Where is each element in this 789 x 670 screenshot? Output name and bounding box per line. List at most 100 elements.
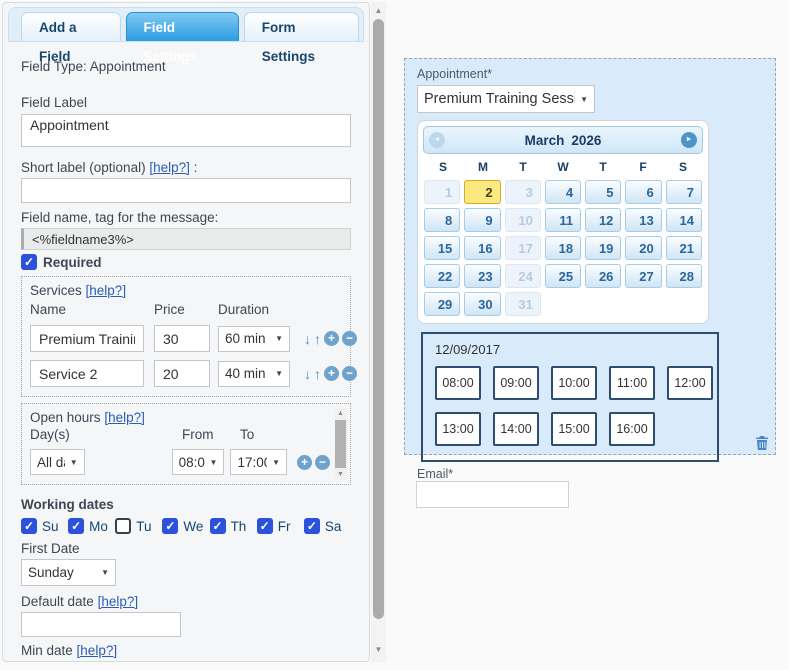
remove-hours-icon[interactable]: −	[315, 454, 330, 470]
time-slot-button[interactable]: 08:00	[435, 366, 481, 400]
field-label-input[interactable]	[21, 114, 351, 147]
prev-month-icon[interactable]: ◄	[429, 132, 445, 148]
calendar-day-26[interactable]: 26	[585, 264, 622, 288]
required-checkbox[interactable]: ✓	[21, 254, 37, 270]
move-up-icon[interactable]: ↑	[314, 366, 321, 382]
calendar-day-7[interactable]: 7	[665, 180, 702, 204]
min-date-input[interactable]	[21, 661, 181, 662]
service-select[interactable]: Premium Training Session ▼	[417, 85, 595, 113]
add-hours-icon[interactable]: +	[297, 454, 312, 470]
checkbox-we[interactable]: ✓	[162, 518, 179, 534]
scrollbar-thumb[interactable]	[335, 420, 346, 468]
scroll-down-icon[interactable]: ▼	[371, 645, 386, 654]
field-name-tag[interactable]: <%fieldname3%>	[21, 228, 351, 250]
open-hours-help-link[interactable]: [help?]	[104, 410, 145, 425]
calendar-day-19[interactable]: 19	[585, 236, 622, 260]
open-hours-header: Day(s) From To	[30, 427, 330, 442]
calendar-day-29[interactable]: 29	[424, 292, 461, 316]
checkbox-mo[interactable]: ✓	[68, 518, 85, 534]
checkbox-tu[interactable]	[115, 518, 132, 534]
checkbox-th[interactable]: ✓	[209, 518, 226, 534]
calendar-day-28[interactable]: 28	[665, 264, 702, 288]
from-time-value: 08:00	[178, 454, 205, 470]
scroll-up-icon[interactable]: ▲	[371, 6, 386, 15]
first-date-select[interactable]: Sunday ▼	[21, 559, 116, 586]
calendar-day-14[interactable]: 14	[665, 208, 702, 232]
to-time-select[interactable]: 17:00 ▼	[230, 449, 287, 475]
time-slot-button[interactable]: 14:00	[493, 412, 539, 446]
delete-field-icon[interactable]	[754, 435, 770, 451]
default-date-input[interactable]	[21, 612, 181, 637]
service-duration-select[interactable]: 40 min ▼	[218, 360, 290, 387]
weekday-label: T	[519, 160, 527, 174]
appointment-field-preview[interactable]: Appointment* Premium Training Session ▼ …	[404, 58, 776, 462]
scrollbar-thumb[interactable]	[373, 19, 384, 619]
time-slot-button[interactable]: 13:00	[435, 412, 481, 446]
move-down-icon[interactable]: ↓	[304, 366, 311, 382]
time-slot-button[interactable]: 10:00	[551, 366, 597, 400]
move-up-icon[interactable]: ↑	[314, 331, 321, 347]
time-slot-button[interactable]: 15:00	[551, 412, 597, 446]
time-slot-button[interactable]: 09:00	[493, 366, 539, 400]
calendar-day-20[interactable]: 20	[625, 236, 662, 260]
calendar-day-6[interactable]: 6	[625, 180, 662, 204]
days-select-value: All days	[37, 454, 65, 470]
service-price-input[interactable]	[154, 325, 210, 352]
calendar-day-15[interactable]: 15	[424, 236, 461, 260]
email-input[interactable]	[416, 481, 569, 508]
calendar-day-18[interactable]: 18	[544, 236, 582, 260]
calendar-day-21[interactable]: 21	[665, 236, 702, 260]
calendar-day-30[interactable]: 30	[464, 292, 501, 316]
calendar-day-27[interactable]: 27	[625, 264, 662, 288]
calendar-day-9[interactable]: 9	[464, 208, 501, 232]
scroll-down-icon[interactable]: ▼	[334, 471, 347, 478]
calendar-header: ◄ March 2026 ►	[423, 126, 703, 154]
calendar-day-25[interactable]: 25	[544, 264, 582, 288]
calendar-day-5[interactable]: 5	[585, 180, 622, 204]
working-day-we: ✓ We	[162, 518, 209, 534]
calendar-day-4[interactable]: 4	[544, 180, 582, 204]
calendar-day-13[interactable]: 13	[625, 208, 662, 232]
calendar-day-8[interactable]: 8	[424, 208, 461, 232]
default-date-help-link[interactable]: [help?]	[98, 594, 139, 609]
tab-add-a-field[interactable]: Add a Field	[21, 12, 121, 64]
scroll-up-icon[interactable]: ▲	[334, 410, 347, 417]
add-service-icon[interactable]: +	[324, 331, 339, 346]
time-slot-button[interactable]: 12:00	[667, 366, 713, 400]
calendar-day-22[interactable]: 22	[424, 264, 461, 288]
move-down-icon[interactable]: ↓	[304, 331, 311, 347]
tab-form-settings[interactable]: Form Settings	[243, 12, 359, 64]
add-service-icon[interactable]: +	[324, 366, 339, 381]
checkbox-su[interactable]: ✓	[21, 518, 37, 534]
time-slot-button[interactable]: 16:00	[609, 412, 655, 446]
chevron-down-icon: ▼	[275, 369, 283, 378]
weekday-label: M	[478, 160, 488, 174]
service-name-input[interactable]	[30, 325, 144, 352]
service-price-input[interactable]	[154, 360, 210, 387]
working-day-label: Sa	[324, 518, 342, 534]
calendar-day-2[interactable]: 2	[464, 180, 501, 204]
tab-field-settings[interactable]: Field Settings	[125, 12, 239, 64]
min-date-help-link[interactable]: [help?]	[77, 643, 118, 658]
calendar-day-16[interactable]: 16	[464, 236, 501, 260]
short-label-help-link[interactable]: [help?]	[149, 160, 190, 175]
short-label-input[interactable]	[21, 178, 351, 203]
remove-service-icon[interactable]: −	[342, 331, 357, 346]
panel-scrollbar[interactable]: ▲ ▼	[371, 2, 386, 662]
chevron-down-icon: ▼	[69, 457, 78, 467]
from-time-select[interactable]: 08:00 ▼	[171, 449, 225, 475]
checkbox-sa[interactable]: ✓	[303, 518, 320, 534]
calendar-day-12[interactable]: 12	[585, 208, 622, 232]
days-select[interactable]: All days ▼	[30, 449, 85, 475]
services-help-link[interactable]: [help?]	[86, 283, 127, 298]
calendar-day-11[interactable]: 11	[544, 208, 582, 232]
next-month-icon[interactable]: ►	[681, 132, 697, 148]
field-label-caption: Field Label	[21, 95, 88, 110]
checkbox-fr[interactable]: ✓	[256, 518, 273, 534]
service-duration-select[interactable]: 60 min ▼	[218, 325, 290, 352]
service-name-input[interactable]	[30, 360, 144, 387]
calendar-day-23[interactable]: 23	[464, 264, 501, 288]
time-slot-button[interactable]: 11:00	[609, 366, 655, 400]
open-hours-scrollbar[interactable]: ▲ ▼	[334, 408, 347, 480]
remove-service-icon[interactable]: −	[342, 366, 357, 381]
